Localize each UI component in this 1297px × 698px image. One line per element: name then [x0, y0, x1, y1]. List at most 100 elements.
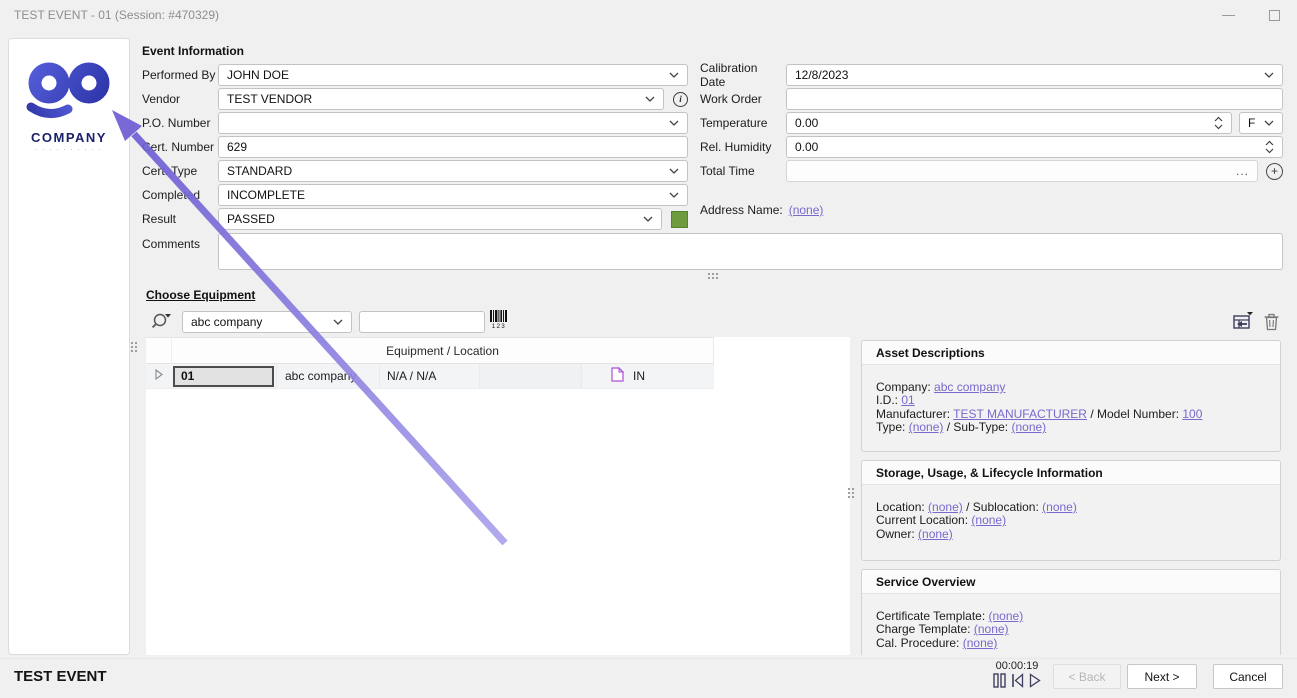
equipment-company-cell[interactable]: abc company	[276, 364, 379, 388]
logo-company-text: COMPANY	[9, 130, 129, 145]
cert-number-label: Cert. Number	[142, 140, 218, 154]
location-label: Location:	[876, 500, 925, 514]
company-link[interactable]: abc company	[934, 380, 1005, 394]
temperature-spinner[interactable]: 0.00	[786, 112, 1232, 134]
play-icon[interactable]	[1029, 673, 1041, 691]
work-order-row: Work Order	[700, 88, 1283, 110]
delete-equipment-icon[interactable]	[1263, 312, 1280, 331]
sublocation-link[interactable]: (none)	[1042, 500, 1077, 514]
spinner-updown-icon[interactable]	[1265, 140, 1274, 154]
spinner-updown-icon[interactable]	[1214, 116, 1223, 130]
subtype-link[interactable]: (none)	[1011, 420, 1046, 434]
address-name-link[interactable]: (none)	[789, 203, 824, 217]
equipment-company-filter-combo[interactable]: abc company	[182, 311, 352, 333]
vendor-combo[interactable]: TEST VENDOR	[218, 88, 664, 110]
result-combo[interactable]: PASSED	[218, 208, 662, 230]
certificate-template-label: Certificate Template:	[876, 609, 985, 623]
company-logo-card: COMPANY · · · · · · · · · ·	[8, 38, 130, 655]
next-button[interactable]: Next >	[1127, 664, 1197, 689]
service-overview-panel: Service Overview Certificate Template: (…	[861, 569, 1281, 655]
back-button[interactable]: < Back	[1053, 664, 1121, 689]
completed-combo[interactable]: INCOMPLETE	[218, 184, 688, 206]
owner-link[interactable]: (none)	[918, 527, 953, 541]
owner-label: Owner:	[876, 527, 915, 541]
rel-humidity-spinner[interactable]: 0.00	[786, 136, 1283, 158]
barcode-icon[interactable]: 123	[490, 310, 508, 330]
row-expander-icon[interactable]	[155, 369, 163, 383]
add-time-icon[interactable]: +	[1266, 163, 1283, 180]
rel-humidity-row: Rel. Humidity 0.00	[700, 136, 1283, 158]
chevron-down-icon	[669, 168, 679, 174]
performed-by-combo[interactable]: JOHN DOE	[218, 64, 688, 86]
work-order-input[interactable]	[786, 88, 1283, 110]
po-number-combo[interactable]	[218, 112, 688, 134]
id-link[interactable]: 01	[901, 393, 914, 407]
footer-event-title: TEST EVENT	[14, 668, 107, 685]
minimize-button[interactable]	[1211, 0, 1245, 30]
cert-number-row: Cert. Number	[142, 136, 688, 158]
skip-to-start-icon[interactable]	[1011, 673, 1024, 691]
cal-procedure-label: Cal. Procedure:	[876, 636, 959, 650]
pause-icon[interactable]	[993, 673, 1006, 691]
completed-label: Completed	[142, 188, 218, 202]
chevron-down-icon	[1264, 120, 1274, 126]
horizontal-splitter-handle[interactable]	[707, 272, 719, 280]
performed-by-row: Performed By JOHN DOE	[142, 64, 688, 86]
asset-detail-panels: Asset Descriptions Company: abc company …	[861, 340, 1281, 655]
total-time-field[interactable]: ...	[786, 160, 1258, 182]
equipment-location-cell[interactable]: N/A / N/A	[379, 364, 479, 388]
barcode-digits: 123	[490, 324, 508, 330]
id-label: I.D.:	[876, 393, 898, 407]
vendor-info-icon[interactable]: i	[673, 92, 688, 107]
certificate-template-link[interactable]: (none)	[989, 609, 1024, 623]
maximize-icon	[1269, 10, 1280, 21]
po-number-row: P.O. Number	[142, 112, 688, 134]
equipment-search-input[interactable]	[359, 311, 485, 333]
maximize-button[interactable]	[1257, 0, 1291, 30]
location-link[interactable]: (none)	[928, 500, 963, 514]
vendor-row: Vendor TEST VENDOR i	[142, 88, 688, 110]
service-overview-title: Service Overview	[862, 570, 1280, 594]
equipment-status-text: IN	[633, 369, 645, 383]
equipment-empty-cell[interactable]	[479, 364, 581, 388]
right-splitter-handle[interactable]	[847, 487, 855, 499]
manufacturer-link[interactable]: TEST MANUFACTURER	[953, 407, 1087, 421]
address-name-row: Address Name: (none)	[700, 199, 1283, 221]
equipment-location-column-header[interactable]: Equipment / Location	[172, 344, 713, 358]
calibration-date-combo[interactable]: 12/8/2023	[786, 64, 1283, 86]
subtype-label: Sub-Type:	[953, 420, 1008, 434]
chevron-down-icon	[669, 192, 679, 198]
result-row: Result PASSED	[142, 208, 688, 230]
equipment-search-icon[interactable]	[150, 311, 173, 333]
charge-template-link[interactable]: (none)	[974, 622, 1009, 636]
type-label: Type:	[876, 420, 905, 434]
model-number-link[interactable]: 100	[1182, 407, 1202, 421]
model-number-label: Model Number:	[1097, 407, 1179, 421]
logo-tagline: · · · · · · · · · ·	[9, 147, 129, 153]
equipment-id-cell[interactable]: 01	[173, 366, 274, 387]
equipment-table-row[interactable]: 01 abc company N/A / N/A IN	[146, 364, 714, 389]
footer-divider	[0, 658, 1297, 659]
chevron-down-icon	[333, 319, 343, 325]
cert-number-input[interactable]	[218, 136, 688, 158]
cal-procedure-link[interactable]: (none)	[963, 636, 998, 650]
cancel-button[interactable]: Cancel	[1213, 664, 1283, 689]
document-icon[interactable]	[611, 367, 624, 385]
equipment-status-cell[interactable]: IN	[581, 364, 714, 388]
left-splitter-handle[interactable]	[130, 341, 138, 353]
minimize-icon	[1222, 15, 1235, 16]
cert-type-row: Cert. Type STANDARD	[142, 160, 688, 182]
app-window: TEST EVENT - 01 (Session: #470329) COMPA…	[0, 0, 1297, 698]
temperature-unit-combo[interactable]: F	[1239, 112, 1283, 134]
type-link[interactable]: (none)	[909, 420, 944, 434]
assign-equipment-icon[interactable]	[1231, 311, 1254, 331]
storage-lifecycle-title: Storage, Usage, & Lifecycle Information	[862, 461, 1280, 485]
temperature-row: Temperature 0.00 F	[700, 112, 1283, 134]
chevron-down-icon	[669, 120, 679, 126]
comments-textarea[interactable]	[218, 233, 1283, 270]
current-location-link[interactable]: (none)	[971, 513, 1006, 527]
equipment-table-header[interactable]: Equipment / Location	[146, 337, 714, 364]
asset-descriptions-panel: Asset Descriptions Company: abc company …	[861, 340, 1281, 452]
cert-type-combo[interactable]: STANDARD	[218, 160, 688, 182]
ellipsis-icon[interactable]: ...	[1236, 164, 1249, 178]
